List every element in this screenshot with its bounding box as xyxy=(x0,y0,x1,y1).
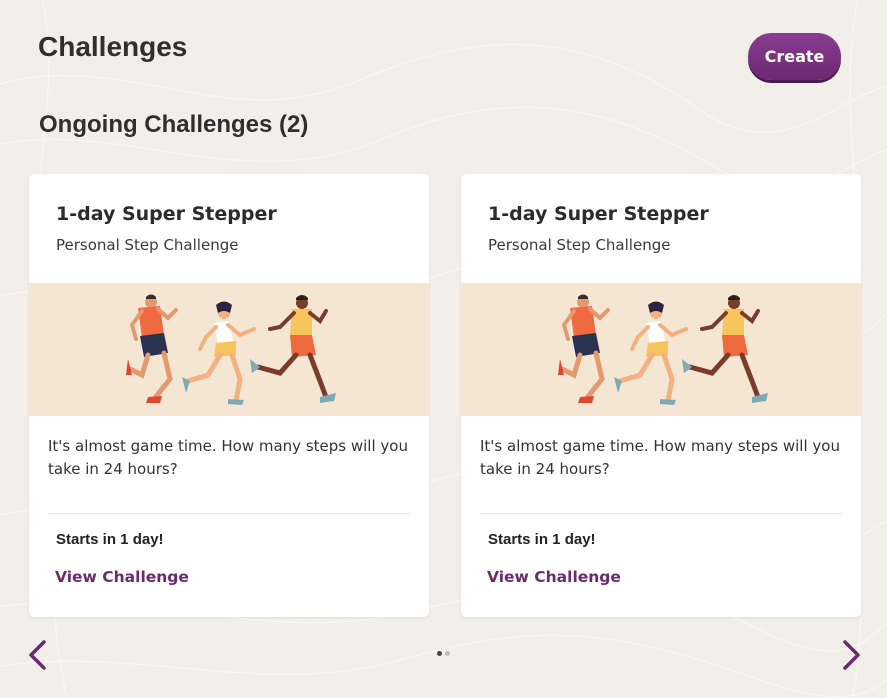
view-challenge-link[interactable]: View Challenge xyxy=(487,568,621,586)
challenge-card: 1-day Super Stepper Personal Step Challe… xyxy=(461,174,861,617)
challenge-card: 1-day Super Stepper Personal Step Challe… xyxy=(29,174,429,617)
chevron-right-icon xyxy=(843,640,860,670)
runners-illustration xyxy=(29,283,429,416)
pagination-dot-2[interactable] xyxy=(445,651,450,656)
card-divider xyxy=(48,513,409,514)
runners-illustration xyxy=(461,283,861,416)
carousel-pagination xyxy=(437,651,450,656)
page-title: Challenges xyxy=(38,31,188,62)
carousel-next-button[interactable] xyxy=(835,640,865,670)
card-divider xyxy=(480,513,841,514)
chevron-left-icon xyxy=(29,640,46,670)
card-description: It's almost game time. How many steps wi… xyxy=(48,437,408,478)
runners-image xyxy=(558,294,768,405)
runners-image xyxy=(126,294,336,405)
card-title: 1-day Super Stepper xyxy=(56,203,277,225)
section-title: Ongoing Challenges (2) xyxy=(39,111,309,138)
card-subtitle: Personal Step Challenge xyxy=(56,236,239,254)
card-subtitle: Personal Step Challenge xyxy=(488,236,671,254)
card-title: 1-day Super Stepper xyxy=(488,203,709,225)
pagination-dot-1[interactable] xyxy=(437,651,442,656)
create-button[interactable]: Create xyxy=(748,33,841,80)
card-description: It's almost game time. How many steps wi… xyxy=(480,437,840,478)
carousel-prev-button[interactable] xyxy=(24,640,54,670)
start-status: Starts in 1 day! xyxy=(56,531,164,548)
start-status: Starts in 1 day! xyxy=(488,531,596,548)
view-challenge-link[interactable]: View Challenge xyxy=(55,568,189,586)
